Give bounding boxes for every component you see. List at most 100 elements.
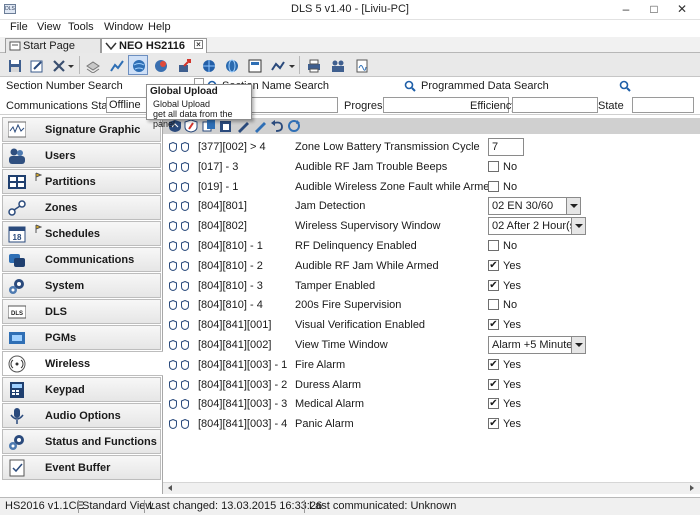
- menu-help[interactable]: Help: [148, 21, 171, 33]
- menu-view[interactable]: View: [37, 21, 61, 33]
- scroll-right-icon[interactable]: [687, 483, 697, 493]
- shield-icon[interactable]: [169, 161, 177, 172]
- option-checkbox[interactable]: ✔: [488, 319, 499, 331]
- shield-icon[interactable]: [169, 359, 177, 370]
- pencil-alt-icon[interactable]: [253, 119, 267, 133]
- shield-icon[interactable]: [169, 241, 177, 251]
- sidebar-item-label: DLS: [45, 306, 67, 318]
- printer-button[interactable]: [303, 55, 323, 75]
- refresh-icon[interactable]: [287, 119, 301, 133]
- shield-icon[interactable]: [181, 320, 189, 331]
- search-icon[interactable]: [619, 80, 631, 92]
- sidebar-item-status-and-functions[interactable]: Status and Functions: [2, 429, 161, 454]
- sidebar-item-signature-graphic[interactable]: Signature Graphic: [2, 117, 161, 142]
- option-checkbox[interactable]: ✔: [488, 279, 499, 291]
- option-checkbox[interactable]: [488, 299, 499, 311]
- global-upload-button[interactable]: [128, 55, 148, 75]
- save-button[interactable]: [4, 55, 24, 75]
- sidebar-item-communications[interactable]: Communications: [2, 247, 161, 272]
- shield-icon[interactable]: [169, 300, 177, 311]
- shield-icon[interactable]: [169, 142, 177, 152]
- signature-button[interactable]: [351, 55, 371, 75]
- shield-icon[interactable]: [181, 201, 189, 212]
- shield-icon[interactable]: [181, 340, 189, 350]
- shield-icon[interactable]: [169, 340, 177, 350]
- shield-icon[interactable]: [181, 260, 189, 271]
- shield-icon[interactable]: [169, 280, 177, 291]
- close-button[interactable]: ✕: [668, 1, 696, 18]
- shield-icon[interactable]: [169, 201, 177, 212]
- export-button[interactable]: [174, 55, 194, 75]
- panel-view-button[interactable]: [244, 55, 264, 75]
- chevron-down-icon[interactable]: [571, 337, 585, 353]
- option-checkbox[interactable]: [488, 160, 499, 172]
- shield-icon[interactable]: [169, 181, 177, 192]
- sidebar-item-zones[interactable]: Zones: [2, 195, 161, 220]
- option-checkbox[interactable]: ✔: [488, 259, 499, 271]
- connect-button[interactable]: [198, 55, 218, 75]
- chart-button[interactable]: [267, 55, 287, 75]
- tools-dropdown-button[interactable]: [66, 55, 76, 75]
- maximize-button[interactable]: □: [640, 1, 668, 18]
- shield-icon[interactable]: [181, 241, 189, 251]
- sidebar-item-wireless[interactable]: Wireless: [2, 351, 164, 376]
- tools-button[interactable]: [48, 55, 68, 75]
- option-checkbox[interactable]: ✔: [488, 418, 499, 430]
- sidebar-item-users[interactable]: Users: [2, 143, 161, 168]
- shield-icon[interactable]: [181, 142, 189, 152]
- option-value-dropdown[interactable]: Alarm +5 Minutes: [488, 336, 586, 354]
- chevron-down-icon[interactable]: [571, 218, 585, 235]
- shield-icon[interactable]: [169, 419, 177, 430]
- option-checkbox[interactable]: ✔: [488, 358, 499, 370]
- global-download-button[interactable]: [150, 55, 170, 75]
- option-row: [804][841][002] View Time Window Alarm +5 …: [163, 336, 683, 356]
- shield-icon[interactable]: [181, 221, 189, 232]
- shield-icon[interactable]: [181, 379, 189, 390]
- minimize-button[interactable]: –: [612, 1, 640, 18]
- option-value-input[interactable]: 7: [488, 138, 524, 156]
- sidebar-item-event-buffer[interactable]: Event Buffer: [2, 455, 161, 480]
- sidebar-item-system[interactable]: System: [2, 273, 161, 298]
- menu-file[interactable]: File: [10, 21, 28, 33]
- option-checkbox[interactable]: [488, 240, 499, 251]
- globe-button[interactable]: [221, 55, 241, 75]
- tab-start-page[interactable]: Start Page: [5, 38, 101, 53]
- tab-close-icon[interactable]: ×: [194, 40, 203, 49]
- shield-icon[interactable]: [169, 379, 177, 390]
- shield-icon[interactable]: [181, 181, 189, 192]
- sidebar-item-dls[interactable]: DLS DLS: [2, 299, 161, 324]
- shield-icon[interactable]: [181, 300, 189, 311]
- shield-icon[interactable]: [169, 260, 177, 271]
- shield-icon[interactable]: [169, 221, 177, 232]
- option-checkbox[interactable]: [488, 180, 499, 192]
- chevron-down-icon[interactable]: [566, 198, 580, 215]
- edit-button[interactable]: [26, 55, 46, 75]
- menu-window[interactable]: Window: [104, 21, 143, 33]
- option-checkbox[interactable]: ✔: [488, 398, 499, 410]
- users-toolbar-button[interactable]: [327, 55, 347, 75]
- search-icon[interactable]: [404, 80, 416, 92]
- option-checkbox[interactable]: ✔: [488, 378, 499, 390]
- sidebar-item-schedules[interactable]: 18 Schedules: [2, 221, 161, 246]
- shield-icon[interactable]: [169, 399, 177, 410]
- sidebar-item-pgms[interactable]: PGMs: [2, 325, 161, 350]
- sidebar-item-keypad[interactable]: Keypad: [2, 377, 161, 402]
- option-value-dropdown[interactable]: 02 EN 30/60: [488, 197, 581, 216]
- undo-icon[interactable]: [270, 119, 284, 133]
- horizontal-scrollbar[interactable]: [163, 482, 700, 494]
- chart-dropdown-button[interactable]: [287, 55, 297, 75]
- scroll-left-icon[interactable]: [165, 483, 175, 493]
- shield-icon[interactable]: [181, 161, 189, 172]
- shield-icon[interactable]: [169, 320, 177, 331]
- graph-button[interactable]: [106, 55, 126, 75]
- shield-icon[interactable]: [181, 280, 189, 291]
- shield-icon[interactable]: [181, 399, 189, 410]
- option-value-dropdown[interactable]: 02 After 2 Hour(s): [488, 217, 586, 236]
- shield-icon[interactable]: [181, 419, 189, 430]
- layers-button[interactable]: [82, 55, 102, 75]
- shield-icon[interactable]: [181, 359, 189, 370]
- sidebar-item-partitions[interactable]: Partitions: [2, 169, 161, 194]
- menu-tools[interactable]: Tools: [68, 21, 94, 33]
- sidebar-item-audio-options[interactable]: Audio Options: [2, 403, 161, 428]
- tab-neo-hs2116[interactable]: NEO HS2116 ×: [101, 38, 207, 53]
